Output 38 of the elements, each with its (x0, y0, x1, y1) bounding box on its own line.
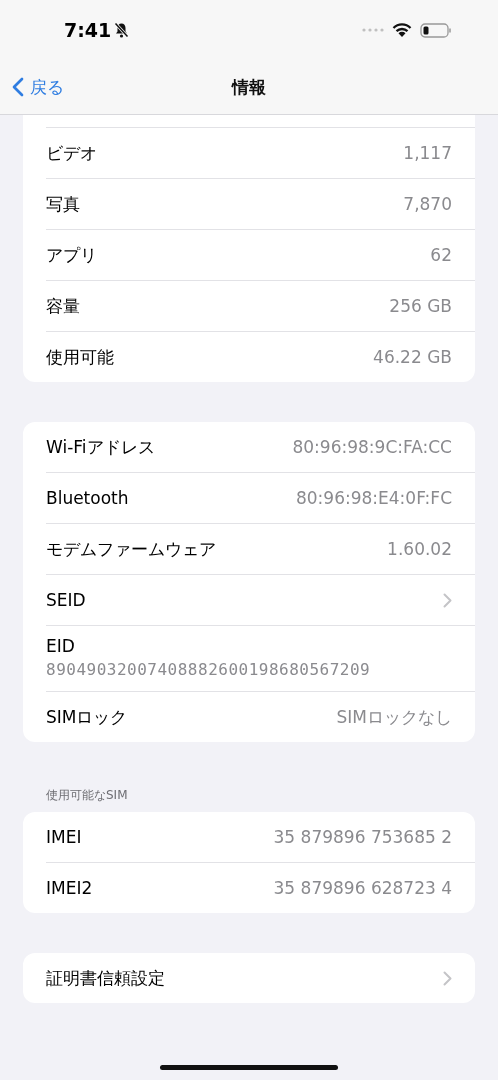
settings-row[interactable]: 証明書信頼設定 (46, 953, 475, 1003)
row-value: 62 (430, 245, 452, 265)
back-chevron-icon (12, 77, 24, 97)
row-label: モデムファームウェア (46, 537, 216, 561)
row-label: 写真 (46, 192, 80, 216)
back-button[interactable]: 戻る (0, 75, 64, 99)
row-value: SIMロックなし (336, 705, 452, 729)
row-label: EID (46, 636, 76, 656)
row-label: IMEI (46, 827, 82, 847)
row-value: 35 879896 628723 4 (273, 878, 452, 898)
row-value: 256 GB (389, 296, 452, 316)
row-value: 1,117 (403, 143, 452, 163)
status-time: 7:41 (64, 19, 112, 41)
row-label: 使用可能 (46, 345, 114, 369)
battery-icon (420, 22, 452, 38)
row-value: 1.60.02 (387, 539, 452, 559)
row-label: SEID (46, 590, 86, 610)
row-label: アプリ (46, 243, 97, 267)
row-label: IMEI2 (46, 878, 93, 898)
chevron-icon (443, 592, 452, 608)
page-title: 情報 (232, 75, 266, 99)
row-label: Wi-Fiアドレス (46, 435, 155, 459)
signal-icon (362, 28, 384, 32)
chevron-icon (443, 970, 452, 986)
section-header: 使用可能なSIM (46, 787, 129, 804)
settings-row[interactable]: SEID (46, 575, 475, 625)
row-value: 7,870 (403, 194, 452, 214)
row-label: 容量 (46, 294, 80, 318)
row-label: 証明書信頼設定 (46, 966, 165, 990)
row-label: Bluetooth (46, 488, 129, 508)
wifi-icon (392, 22, 412, 38)
row-label: ビデオ (46, 141, 97, 165)
row-value: 80:96:98:9C:FA:CC (292, 437, 452, 457)
row-label: SIMロック (46, 705, 128, 729)
row-value: 80:96:98:E4:0F:FC (296, 488, 452, 508)
row-value: 35 879896 753685 2 (273, 827, 452, 847)
row-value: 46.22 GB (373, 347, 452, 367)
row-value: 89049032007408882600198680567209 (46, 660, 372, 679)
